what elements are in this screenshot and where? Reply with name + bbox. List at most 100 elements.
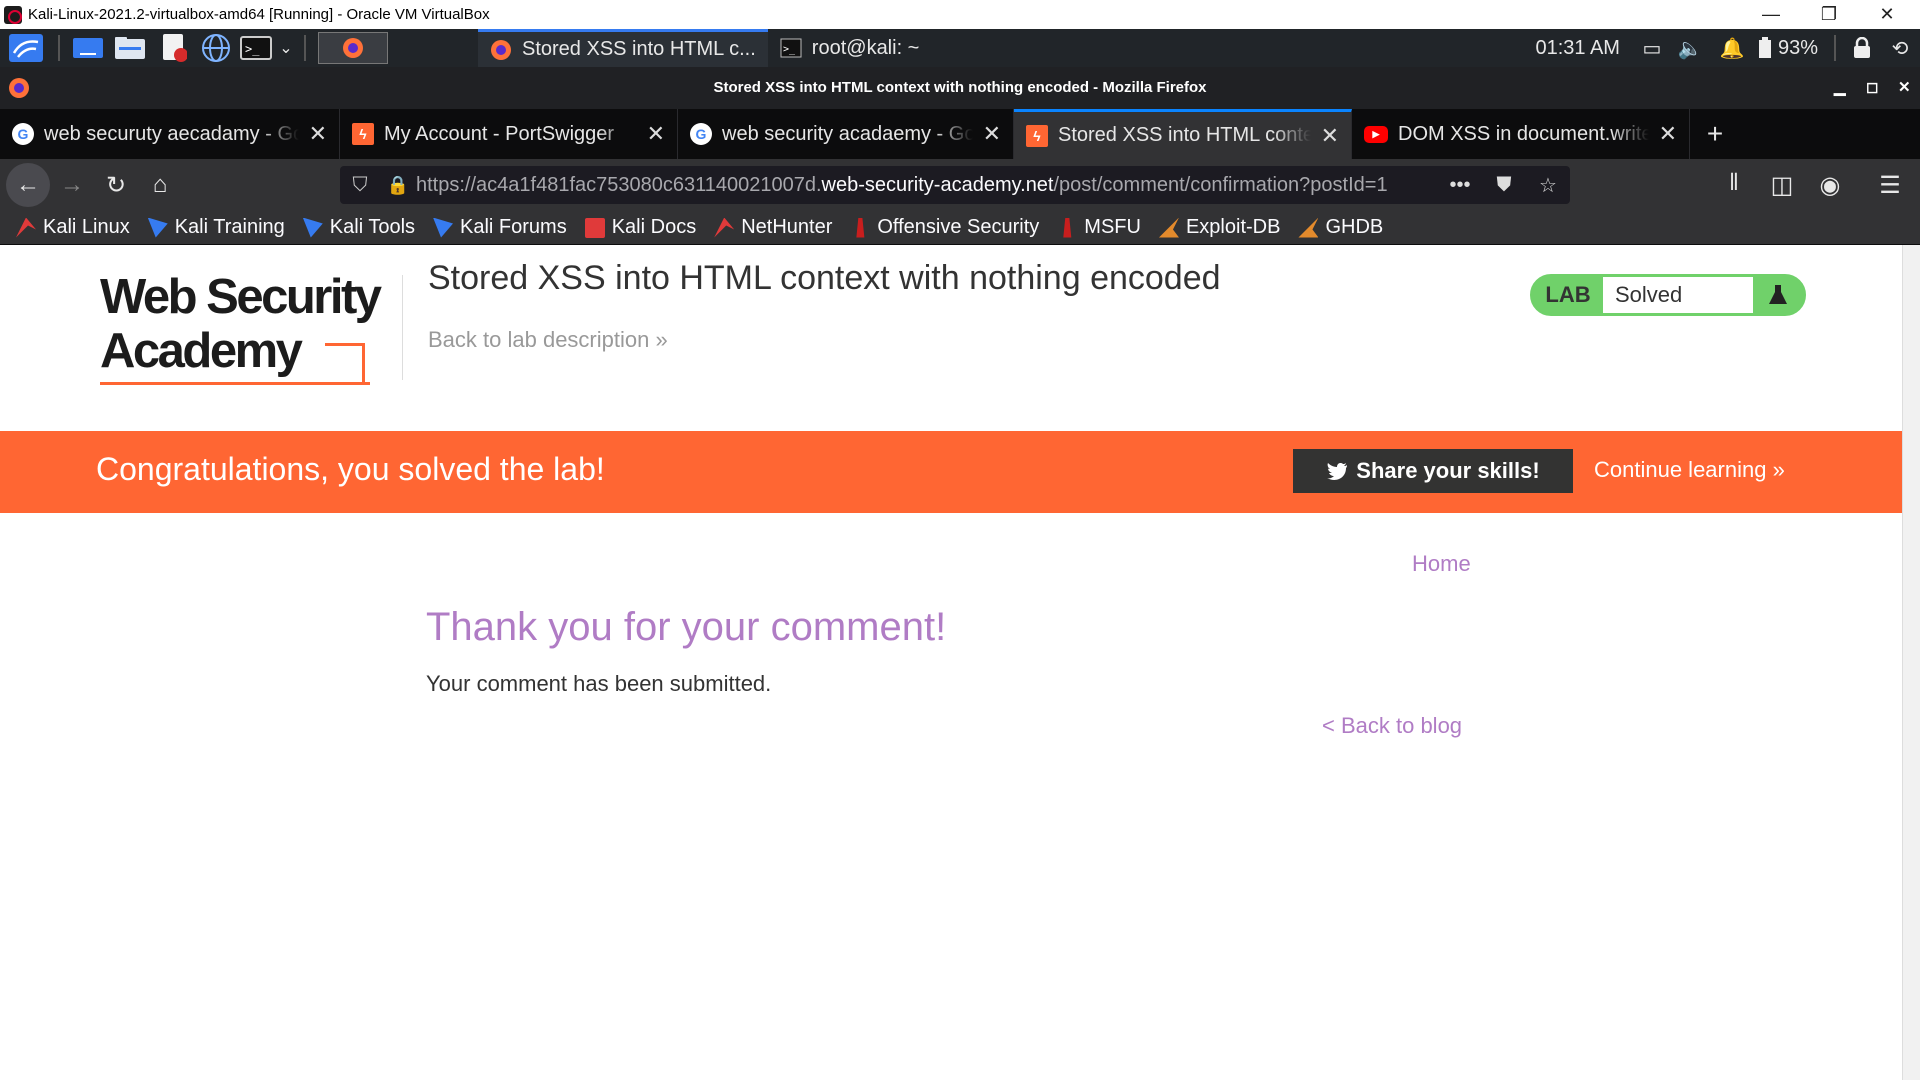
page-scrollbar[interactable]	[1902, 245, 1920, 1080]
library-icon[interactable]: 𝍪	[1712, 163, 1756, 207]
logo-bolt-icon	[325, 343, 365, 385]
menu-icon[interactable]: ☰	[1868, 163, 1912, 207]
tab-google-search-2[interactable]: G web security acadaemy - Google Search …	[678, 109, 1014, 159]
ff-maximize-button[interactable]: ◻	[1866, 67, 1878, 109]
taskbar-terminal[interactable]: >_ root@kali: ~	[768, 32, 932, 64]
thank-you-heading: Thank you for your comment!	[426, 605, 947, 649]
kali-tools-icon	[302, 217, 323, 238]
page-actions-icon[interactable]: •••	[1438, 174, 1482, 197]
notifications-icon[interactable]: 🔔	[1712, 32, 1752, 64]
tab-label: DOM XSS in document.write sink	[1398, 122, 1649, 145]
tab-label: Stored XSS into HTML context with nothin…	[1058, 124, 1311, 146]
svg-text:>_: >_	[783, 44, 796, 55]
chevron-down-icon[interactable]: ⌄	[276, 32, 296, 64]
lab-status-badge: LAB Solved	[1530, 274, 1806, 316]
close-button[interactable]: ✕	[1858, 0, 1916, 29]
minimize-button[interactable]: —	[1742, 0, 1800, 29]
tab-my-account[interactable]: ϟ My Account - PortSwigger ✕	[340, 109, 678, 159]
bookmark-msfu[interactable]: MSFU	[1057, 216, 1141, 239]
close-tab-icon[interactable]: ✕	[647, 121, 665, 147]
bookmark-kali-training[interactable]: Kali Training	[147, 216, 285, 239]
kali-docs-icon	[584, 217, 605, 238]
close-tab-icon[interactable]: ✕	[1659, 121, 1677, 147]
bookmark-nethunter[interactable]: NetHunter	[714, 216, 832, 239]
reload-button[interactable]: ↻	[94, 163, 138, 207]
web-browser-icon[interactable]	[196, 32, 236, 64]
back-to-blog-link[interactable]: < Back to blog	[1322, 713, 1462, 739]
kali-forums-icon	[433, 217, 454, 238]
bookmarks-bar: Kali Linux Kali Training Kali Tools Kali…	[0, 211, 1920, 245]
battery-icon[interactable]	[1752, 32, 1778, 64]
lab-title: Stored XSS into HTML context with nothin…	[428, 259, 1221, 297]
volume-muted-icon[interactable]: 🔈	[1668, 32, 1712, 64]
file-manager-icon[interactable]	[108, 32, 152, 64]
exploit-db-icon	[1158, 217, 1179, 238]
kali-menu-icon[interactable]	[2, 32, 50, 64]
bookmark-kali-linux[interactable]: Kali Linux	[16, 216, 130, 239]
display-icon[interactable]: ▭	[1636, 32, 1668, 64]
youtube-icon: ▶	[1364, 125, 1388, 143]
forward-button[interactable]: →	[50, 163, 94, 207]
close-tab-icon[interactable]: ✕	[309, 121, 327, 147]
solved-banner: Congratulations, you solved the lab! Sha…	[0, 431, 1902, 513]
back-button[interactable]: ←	[6, 163, 50, 207]
shield-icon[interactable]: ⛉	[340, 174, 380, 197]
continue-learning-link[interactable]: Continue learning »	[1594, 457, 1785, 483]
google-icon: G	[690, 123, 712, 145]
taskbar-firefox[interactable]: Stored XSS into HTML c...	[478, 29, 768, 67]
offsec-icon	[856, 217, 865, 238]
terminal-small-icon: >_	[780, 38, 802, 58]
bookmark-star-icon[interactable]: ☆	[1526, 173, 1570, 198]
svg-text:>_: >_	[245, 42, 260, 56]
account-icon[interactable]: ◉	[1808, 163, 1852, 207]
firefox-window-title: Stored XSS into HTML context with nothin…	[713, 79, 1207, 96]
firefox-titlebar: Stored XSS into HTML context with nothin…	[0, 67, 1920, 109]
bookmark-kali-tools[interactable]: Kali Tools	[302, 216, 415, 239]
pocket-icon[interactable]: ⛊	[1482, 174, 1526, 197]
share-skills-button[interactable]: Share your skills!	[1293, 449, 1573, 493]
navigation-toolbar: ← → ↻ ⌂ ⛉ 🔒 https://ac4a1f481fac753080c6…	[0, 159, 1920, 211]
header-divider	[402, 275, 403, 380]
show-desktop-icon[interactable]	[68, 32, 108, 64]
tab-strip: G web securuty aecadamy - Google Search …	[0, 109, 1920, 159]
tab-stored-xss[interactable]: ϟ Stored XSS into HTML context with noth…	[1014, 109, 1352, 159]
url-text[interactable]: https://ac4a1f481fac753080c631140021007d…	[416, 174, 1438, 197]
url-bar[interactable]: ⛉ 🔒 https://ac4a1f481fac753080c631140021…	[340, 166, 1570, 204]
workspace-1[interactable]	[318, 32, 388, 64]
tab-dom-xss[interactable]: ▶ DOM XSS in document.write sink ✕	[1352, 109, 1690, 159]
logout-icon[interactable]: ⟲	[1880, 32, 1920, 64]
text-editor-icon[interactable]	[152, 32, 196, 64]
sidebar-icon[interactable]: ◫	[1760, 163, 1804, 207]
home-button[interactable]: ⌂	[138, 163, 182, 207]
close-tab-icon[interactable]: ✕	[1321, 123, 1339, 149]
taskbar-firefox-label: Stored XSS into HTML c...	[522, 38, 756, 60]
lock-icon[interactable]: 🔒	[380, 175, 416, 196]
bookmark-exploit-db[interactable]: Exploit-DB	[1158, 216, 1280, 239]
bookmark-kali-docs[interactable]: Kali Docs	[584, 216, 696, 239]
tab-google-search-1[interactable]: G web securuty aecadamy - Google Search …	[0, 109, 340, 159]
back-to-lab-description-link[interactable]: Back to lab description »	[428, 327, 668, 353]
close-tab-icon[interactable]: ✕	[983, 121, 1001, 147]
virtualbox-title: Kali-Linux-2021.2-virtualbox-amd64 [Runn…	[28, 6, 490, 23]
kali-training-icon	[147, 217, 168, 238]
home-link[interactable]: Home	[1412, 551, 1471, 577]
kali-top-panel: >_ ⌄ Stored XSS into HTML c... >_ root@k…	[0, 29, 1920, 67]
lab-status: Solved	[1603, 277, 1753, 313]
ff-close-button[interactable]: ✕	[1898, 67, 1911, 109]
bookmark-ghdb[interactable]: GHDB	[1298, 216, 1383, 239]
ghdb-icon	[1298, 217, 1319, 238]
virtualbox-titlebar: Kali-Linux-2021.2-virtualbox-amd64 [Runn…	[0, 0, 1920, 29]
lock-icon[interactable]	[1844, 32, 1880, 64]
bookmark-kali-forums[interactable]: Kali Forums	[433, 216, 567, 239]
ff-minimize-button[interactable]: ▁	[1834, 67, 1846, 109]
bookmark-offensive-security[interactable]: Offensive Security	[850, 216, 1039, 239]
restore-button[interactable]: ❐	[1800, 0, 1858, 29]
tab-label: web security acadaemy - Google Search	[722, 122, 973, 145]
new-tab-button[interactable]: +	[1690, 109, 1740, 159]
msfu-icon	[1063, 217, 1072, 238]
web-security-academy-logo[interactable]: Web Security Academy	[100, 270, 400, 385]
logo-line-1: Web Security	[100, 270, 382, 324]
share-label: Share your skills!	[1356, 458, 1540, 483]
clock[interactable]: 01:31 AM	[1535, 37, 1620, 60]
terminal-icon[interactable]: >_	[236, 32, 276, 64]
